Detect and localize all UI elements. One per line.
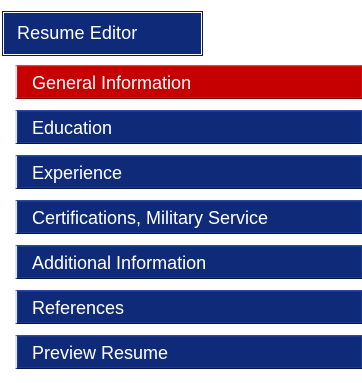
menu-item-label: Preview Resume [32,343,169,363]
menu-item-label: Experience [32,163,123,183]
menu-item-label: Certifications, Military Service [32,208,269,228]
resume-section-menu: General Information Education Experience… [15,65,362,383]
menu-item-general-information[interactable]: General Information [15,65,362,99]
menu-item-preview-resume[interactable]: Preview Resume [15,335,362,369]
menu-item-label: Education [32,118,113,138]
menu-item-additional-information[interactable]: Additional Information [15,245,362,279]
menu-item-experience[interactable]: Experience [15,155,362,189]
menu-item-certifications-military-service[interactable]: Certifications, Military Service [15,200,362,234]
menu-item-references[interactable]: References [15,290,362,324]
menu-item-label: Additional Information [32,253,207,273]
resume-editor-title: Resume Editor [17,23,138,43]
resume-editor-header[interactable]: Resume Editor [2,11,203,56]
menu-item-label: General Information [32,73,192,93]
menu-item-label: References [32,298,125,318]
resume-editor-tab[interactable]: Resume Editor [2,6,205,60]
menu-item-education[interactable]: Education [15,110,362,144]
